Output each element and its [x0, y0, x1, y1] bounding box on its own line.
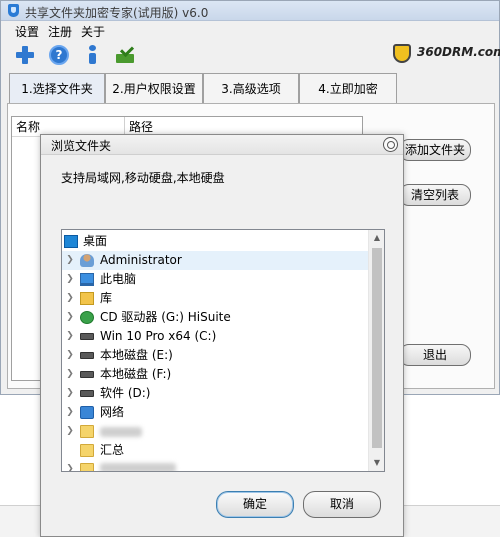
- brand-logo: 360DRM.com: [393, 43, 500, 63]
- folder-icon: [80, 463, 94, 471]
- tree-item-label: 库: [100, 291, 113, 305]
- drive-icon: [80, 371, 94, 378]
- chevron-right-icon[interactable]: ❯: [65, 308, 75, 327]
- brand-text: 360DRM.com: [417, 45, 500, 59]
- tree-item-drive-c[interactable]: ❯ Win 10 Pro x64 (C:): [62, 327, 368, 346]
- info-icon[interactable]: [83, 45, 103, 65]
- chevron-right-icon[interactable]: ❯: [65, 422, 75, 441]
- chevron-right-icon[interactable]: ❯: [65, 384, 75, 403]
- scroll-thumb[interactable]: [372, 248, 382, 448]
- chevron-right-icon[interactable]: ❯: [65, 346, 75, 365]
- folder-icon: [80, 444, 94, 457]
- scroll-up-icon[interactable]: ▲: [369, 230, 384, 246]
- user-icon: [80, 254, 94, 267]
- drive-icon: [80, 390, 94, 397]
- chevron-right-icon[interactable]: ❯: [65, 270, 75, 289]
- cd-drive-icon: [80, 311, 94, 324]
- dialog-title-bar: 浏览文件夹: [41, 135, 403, 155]
- tree-item-label: 软件 (D:): [100, 386, 151, 400]
- tree-item-folder[interactable]: ❯: [62, 422, 368, 441]
- tree-item-label: 此电脑: [100, 272, 137, 286]
- column-name-header[interactable]: 名称: [16, 118, 40, 135]
- tree-item-label: Administrator: [100, 253, 182, 267]
- tab-select-folder[interactable]: 1.选择文件夹: [9, 73, 105, 103]
- chevron-right-icon[interactable]: ❯: [65, 327, 75, 346]
- tree-item-label: 桌面: [83, 234, 108, 248]
- menu-bar: 设置 注册 关于: [1, 22, 499, 40]
- chevron-right-icon[interactable]: ❯: [65, 289, 75, 308]
- chevron-right-icon[interactable]: ❯: [65, 365, 75, 384]
- app-shield-icon: [8, 4, 19, 17]
- brand-shield-icon: [393, 44, 411, 63]
- obscured-label: [100, 463, 176, 471]
- computer-icon: [80, 273, 94, 286]
- column-path-header[interactable]: 路径: [129, 118, 153, 135]
- menu-settings[interactable]: 设置: [15, 23, 39, 40]
- tree-item-this-pc[interactable]: ❯ 此电脑: [62, 270, 368, 289]
- ok-button[interactable]: 确定: [216, 491, 294, 518]
- add-folder-button[interactable]: 添加文件夹: [399, 139, 471, 161]
- tree-item-label: CD 驱动器 (G:) HiSuite: [100, 310, 231, 324]
- scroll-down-icon[interactable]: ▼: [369, 455, 384, 471]
- tree-item-administrator[interactable]: ❯ Administrator: [62, 251, 368, 270]
- tree-item-drive-e[interactable]: ❯ 本地磁盘 (E:): [62, 346, 368, 365]
- dialog-title: 浏览文件夹: [51, 139, 112, 153]
- title-bar: 共享文件夹加密专家(试用版) v6.0: [1, 1, 499, 21]
- tab-encrypt-now[interactable]: 4.立即加密: [299, 73, 397, 103]
- window-title: 共享文件夹加密专家(试用版) v6.0: [25, 6, 209, 20]
- close-icon[interactable]: [383, 137, 398, 152]
- help-icon[interactable]: ?: [49, 45, 69, 65]
- encrypt-icon[interactable]: [115, 45, 135, 65]
- network-icon: [80, 406, 94, 419]
- drive-icon: [80, 352, 94, 359]
- library-icon: [80, 292, 94, 305]
- tree-item-network[interactable]: ❯ 网络: [62, 403, 368, 422]
- tree-item-label: 本地磁盘 (E:): [100, 348, 173, 362]
- desktop-icon: [64, 235, 78, 248]
- exit-button[interactable]: 退出: [399, 344, 471, 366]
- tree-item-cd-drive[interactable]: ❯ CD 驱动器 (G:) HiSuite: [62, 308, 368, 327]
- tree-item-label: 网络: [100, 405, 125, 419]
- chevron-right-icon[interactable]: ❯: [65, 460, 75, 471]
- tree-item-drive-d[interactable]: ❯ 软件 (D:): [62, 384, 368, 403]
- tab-advanced-options[interactable]: 3.高级选项: [203, 73, 299, 103]
- tab-user-permissions[interactable]: 2.用户权限设置: [105, 73, 203, 103]
- tree-item-library[interactable]: ❯ 库: [62, 289, 368, 308]
- browse-folder-dialog: 浏览文件夹 支持局域网,移动硬盘,本地硬盘 桌面 ❯ Administrator…: [40, 134, 404, 537]
- chevron-right-icon[interactable]: ❯: [65, 251, 75, 270]
- tree-item-label: 本地磁盘 (F:): [100, 367, 172, 381]
- tree-scrollbar[interactable]: ▲ ▼: [368, 230, 384, 471]
- tab-bar: 1.选择文件夹 2.用户权限设置 3.高级选项 4.立即加密: [9, 73, 399, 103]
- folder-icon: [80, 425, 94, 438]
- dialog-description: 支持局域网,移动硬盘,本地硬盘: [61, 171, 225, 185]
- folder-tree[interactable]: 桌面 ❯ Administrator ❯ 此电脑 ❯ 库 ❯ CD 驱动器 (G…: [61, 229, 385, 472]
- chevron-right-icon[interactable]: ❯: [65, 403, 75, 422]
- tree-item-label: Win 10 Pro x64 (C:): [100, 329, 217, 343]
- obscured-label: [100, 427, 142, 437]
- tree-item-label: 汇总: [100, 443, 125, 457]
- drive-icon: [80, 333, 94, 340]
- cancel-button[interactable]: 取消: [303, 491, 381, 518]
- menu-about[interactable]: 关于: [81, 23, 105, 40]
- tree-item-summary[interactable]: 汇总: [62, 441, 368, 460]
- add-icon[interactable]: [15, 45, 35, 65]
- tree-item-folder[interactable]: ❯: [62, 460, 368, 471]
- tree-item-desktop[interactable]: 桌面: [62, 232, 368, 251]
- tree-item-drive-f[interactable]: ❯ 本地磁盘 (F:): [62, 365, 368, 384]
- menu-register[interactable]: 注册: [48, 23, 72, 40]
- clear-list-button[interactable]: 清空列表: [399, 184, 471, 206]
